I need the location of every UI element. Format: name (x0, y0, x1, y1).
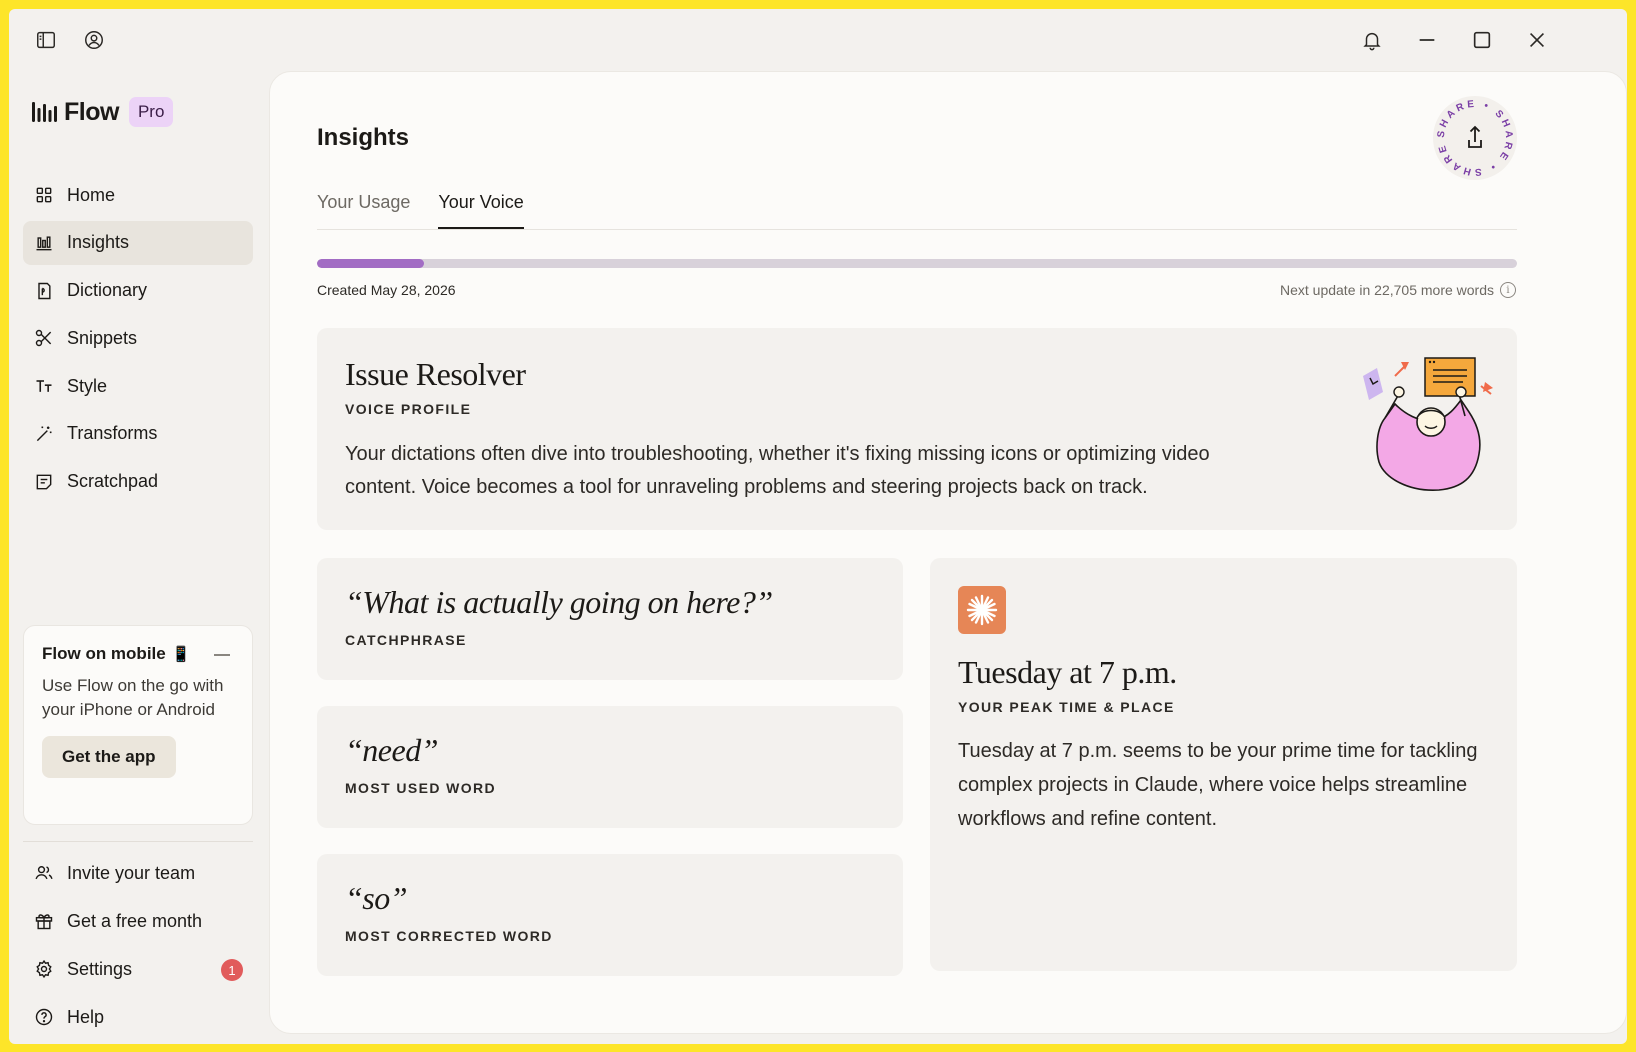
mobile-card-title: Flow on mobile 📱 (42, 644, 234, 664)
gift-icon (35, 914, 53, 930)
peak-title: Tuesday at 7 p.m. (958, 654, 1177, 690)
users-icon (35, 866, 53, 880)
book-icon (38, 282, 51, 299)
sidebar-item-settings[interactable]: Settings 1 (23, 947, 253, 991)
sidebar-item-free-month[interactable]: Get a free month (23, 899, 253, 943)
gear-icon (36, 959, 52, 979)
sidebar-item-help[interactable]: Help (23, 995, 253, 1039)
sidebar-item-style[interactable]: Style (23, 364, 253, 408)
magic-wand-icon (36, 426, 52, 442)
minimize-icon[interactable] (1414, 27, 1440, 53)
upload-icon (1468, 125, 1482, 148)
collapse-icon[interactable] (214, 654, 230, 656)
sidebar-nav: Home Insights Dictionary Snippets Style … (23, 173, 253, 508)
mobile-card-text: Use Flow on the go with your iPhone or A… (42, 676, 224, 719)
peak-time-card: Tuesday at 7 p.m. YOUR PEAK TIME & PLACE… (930, 558, 1517, 971)
voice-profile-card: Issue Resolver VOICE PROFILE Your dictat… (317, 328, 1517, 530)
sidebar: Flow Pro Home Insights Dictionary Snippe… (9, 71, 269, 1044)
notepad-icon (36, 474, 52, 490)
bar-chart-icon (36, 236, 52, 251)
catchphrase-card: “What is actually going on here?” CATCHP… (317, 558, 903, 680)
sidebar-item-scratchpad[interactable]: Scratchpad (23, 460, 253, 504)
profile-title: Issue Resolver (345, 356, 526, 392)
svg-text:SHARE • SHARE • SHARE •: SHARE • SHARE • SHARE • (1433, 96, 1514, 177)
tab-your-usage[interactable]: Your Usage (317, 192, 410, 229)
word-progress-bar (317, 259, 1517, 268)
profile-label: VOICE PROFILE (345, 401, 472, 417)
bell-icon[interactable] (1359, 27, 1385, 53)
sidebar-item-label: Home (67, 184, 116, 205)
scissors-icon (35, 330, 52, 347)
sidebar-bottom-nav: Invite your team Get a free month Settin… (23, 851, 253, 1043)
sidebar-item-label: Scratchpad (67, 471, 159, 492)
peak-description: Tuesday at 7 p.m. seems to be your prime… (958, 740, 1478, 830)
next-update-text: Next update in 22,705 more words (1279, 282, 1494, 298)
person-illustration-icon (1363, 357, 1493, 491)
most-corrected-word-card: “so” MOST CORRECTED WORD (317, 854, 903, 976)
sidebar-item-label: Transforms (67, 423, 158, 444)
catchphrase-value: “What is actually going on here?” (345, 584, 773, 620)
help-icon (35, 1008, 53, 1026)
flow-logo-icon (32, 102, 57, 122)
most-used-word-label: MOST USED WORD (345, 780, 497, 796)
sidebar-item-dictionary[interactable]: Dictionary (23, 269, 253, 313)
sidebar-item-transforms[interactable]: Transforms (23, 412, 253, 456)
app-window: Flow Pro Home Insights Dictionary Snippe… (9, 9, 1627, 1044)
share-button[interactable]: SHARE • SHARE • SHARE • (1433, 96, 1517, 180)
sidebar-item-label: Get a free month (67, 910, 203, 931)
tab-bar: Your Usage Your Voice (317, 192, 1517, 230)
sidebar-item-insights[interactable]: Insights (23, 220, 253, 265)
page-title: Insights (317, 124, 410, 151)
mobile-promo-card: Flow on mobile 📱 Use Flow on the go with… (23, 625, 253, 825)
peak-label: YOUR PEAK TIME & PLACE (958, 699, 1175, 715)
divider (23, 841, 253, 842)
most-corrected-word-label: MOST CORRECTED WORD (345, 928, 553, 944)
brand-logo[interactable]: Flow (32, 98, 119, 127)
sidebar-toggle-icon[interactable] (33, 27, 59, 53)
share-ring-graphic: SHARE • SHARE • SHARE • (1433, 96, 1514, 177)
sidebar-item-label: Style (67, 375, 108, 396)
brand-name: Flow (64, 97, 119, 126)
progress-fill (317, 259, 424, 268)
sidebar-item-home[interactable]: Home (23, 173, 253, 217)
sidebar-item-label: Dictionary (67, 280, 148, 301)
main-panel: Insights SHARE • SHARE • SHARE • Your Us… (269, 71, 1627, 1034)
tab-your-voice[interactable]: Your Voice (438, 192, 524, 229)
most-corrected-word-value: “so” (345, 880, 408, 916)
sparkle-icon (958, 586, 1006, 634)
title-bar (9, 9, 1627, 71)
close-icon[interactable] (1524, 27, 1550, 53)
maximize-icon[interactable] (1469, 27, 1495, 53)
sidebar-item-snippets[interactable]: Snippets (23, 316, 253, 360)
most-used-word-card: “need” MOST USED WORD (317, 706, 903, 828)
most-used-word-value: “need” (345, 732, 439, 768)
get-app-button[interactable]: Get the app (42, 736, 176, 778)
next-update: Next update in 22,705 more words i (1280, 282, 1516, 298)
mobile-card-title-text: Flow on mobile (42, 644, 166, 663)
sidebar-item-label: Invite your team (67, 862, 196, 883)
brand: Flow Pro (32, 97, 174, 127)
sidebar-item-label: Help (67, 1006, 105, 1027)
phone-emoji-icon: 📱 (171, 646, 191, 663)
grid-icon (36, 187, 52, 203)
sidebar-item-invite[interactable]: Invite your team (23, 851, 253, 895)
sidebar-item-label: Settings (67, 958, 133, 979)
sidebar-item-label: Insights (67, 232, 130, 253)
pro-badge: Pro (128, 97, 174, 127)
sidebar-item-label: Snippets (67, 327, 138, 348)
catchphrase-label: CATCHPHRASE (345, 632, 467, 648)
profile-description: Your dictations often dive into troubles… (345, 443, 1210, 498)
account-icon[interactable] (81, 27, 107, 53)
created-date: Created May 28, 2026 (317, 282, 456, 298)
notification-badge: 1 (221, 959, 243, 981)
info-icon[interactable]: i (1500, 282, 1516, 298)
text-style-icon (36, 380, 52, 393)
